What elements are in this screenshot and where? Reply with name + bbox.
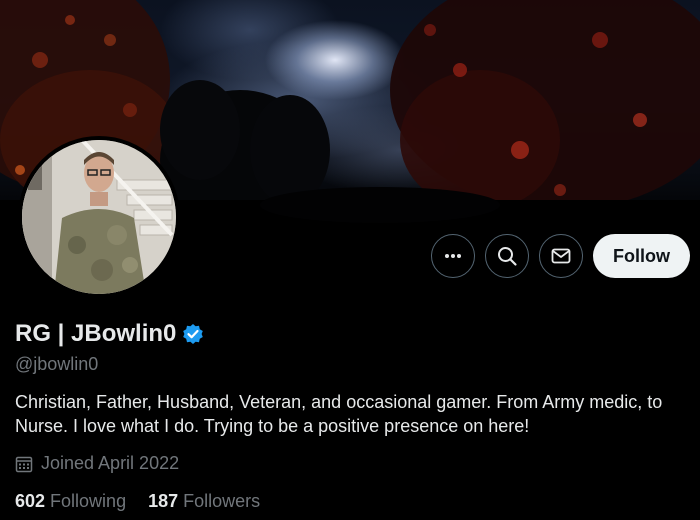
search-icon — [498, 247, 517, 266]
following-count: 602 — [15, 491, 46, 511]
message-button[interactable] — [539, 234, 583, 278]
joined-text: Joined April 2022 — [41, 453, 180, 473]
profile-bio: Christian, Father, Husband, Veteran, and… — [15, 392, 663, 436]
following-label: Following — [50, 491, 127, 511]
profile-handle: @jbowlin0 — [15, 354, 99, 374]
more-button[interactable] — [431, 234, 475, 278]
followers-link[interactable]: 187 Followers — [148, 491, 260, 512]
following-link[interactable]: 602 Following — [15, 491, 126, 512]
profile-stats: 602 Following 187 Followers — [15, 491, 260, 512]
more-icon — [445, 254, 461, 258]
profile-actions: Follow — [431, 234, 690, 278]
display-name: RG | JBowlin0 — [15, 320, 177, 347]
verified-badge-icon[interactable] — [182, 323, 204, 345]
search-button[interactable] — [485, 234, 529, 278]
profile-avatar[interactable] — [18, 136, 180, 298]
avatar-photo — [22, 140, 176, 294]
profile-name-row: RG | JBowlin0 — [15, 320, 204, 348]
envelope-icon — [551, 248, 571, 264]
follow-button[interactable]: Follow — [593, 234, 690, 278]
joined-date: Joined April 2022 — [15, 453, 179, 474]
followers-count: 187 — [148, 491, 179, 511]
calendar-icon — [15, 456, 33, 472]
followers-label: Followers — [183, 491, 261, 511]
